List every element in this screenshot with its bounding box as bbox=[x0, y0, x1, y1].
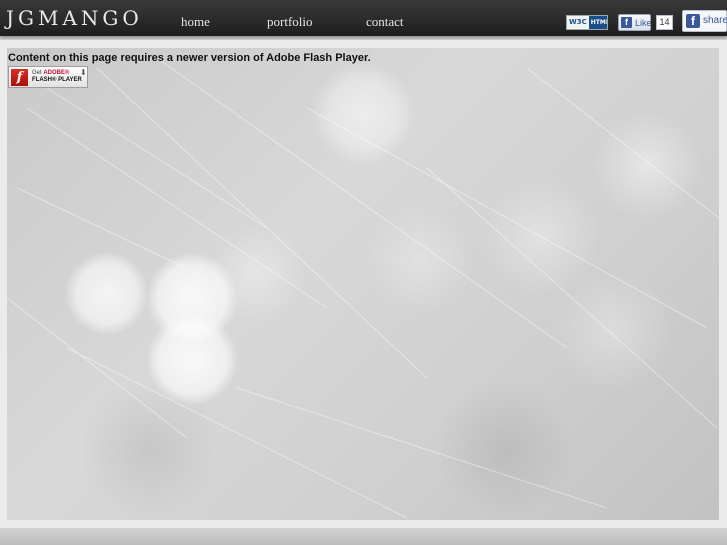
w3c-html-label: HTML bbox=[588, 16, 607, 29]
page: JGMANGO home portfolio contact W3C HTML f… bbox=[0, 0, 727, 545]
facebook-like-label: Like bbox=[635, 18, 652, 28]
flash-badge-player: FLASH® PLAYER bbox=[32, 77, 82, 83]
w3c-html-badge[interactable]: W3C HTML bbox=[566, 15, 608, 30]
site-logo[interactable]: JGMANGO bbox=[6, 6, 143, 30]
flash-required-notice: Content on this page requires a newer ve… bbox=[8, 52, 371, 64]
facebook-like-button[interactable]: f Like bbox=[618, 14, 652, 31]
facebook-icon: f bbox=[686, 14, 700, 28]
background-texture bbox=[7, 57, 719, 519]
bottom-strip bbox=[0, 528, 727, 545]
flash-badge-get: Get bbox=[32, 70, 42, 76]
flash-icon: f bbox=[11, 69, 28, 86]
flash-badge-text: Get ADOBE® FLASH® PLAYER bbox=[32, 70, 82, 84]
nav-contact[interactable]: contact bbox=[366, 14, 404, 30]
nav-home[interactable]: home bbox=[181, 14, 210, 30]
get-flash-player-button[interactable]: f Get ADOBE® FLASH® PLAYER ⬇ bbox=[8, 66, 88, 88]
top-navigation-bar: JGMANGO home portfolio contact W3C HTML f… bbox=[0, 0, 727, 36]
download-arrow-icon: ⬇ bbox=[80, 68, 87, 77]
w3c-mark: W3C bbox=[569, 18, 587, 26]
facebook-like-count: 14 bbox=[656, 15, 673, 30]
nav-portfolio[interactable]: portfolio bbox=[267, 14, 313, 30]
flash-badge-adobe: ADOBE® bbox=[43, 70, 70, 76]
flash-content-area bbox=[7, 48, 719, 520]
facebook-share-button[interactable]: f share bbox=[682, 10, 727, 32]
facebook-icon: f bbox=[621, 17, 632, 28]
facebook-share-label: share bbox=[703, 15, 727, 26]
facebook-like-widget: f Like 14 bbox=[618, 14, 674, 32]
